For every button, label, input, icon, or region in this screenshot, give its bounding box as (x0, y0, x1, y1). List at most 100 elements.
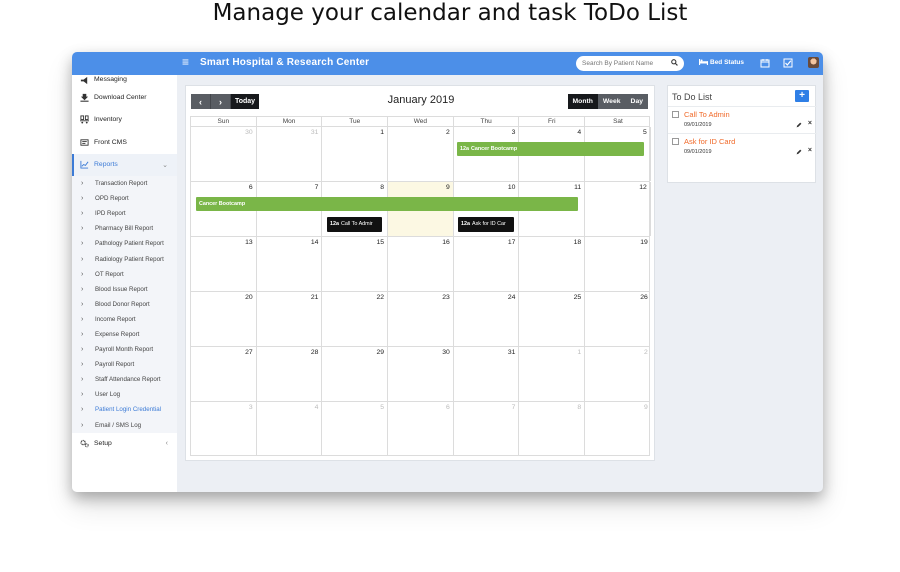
sidebar-item-label: Reports (94, 161, 118, 169)
patient-search-input[interactable] (582, 58, 666, 69)
calendar-day[interactable]: 23 (388, 292, 454, 346)
event-cancer-bootcamp[interactable]: 12a Cancer Bootcamp (457, 142, 644, 156)
view-week-button[interactable]: Week (597, 94, 626, 109)
calendar-day[interactable]: 18 (519, 237, 586, 291)
day-number: 2 (644, 349, 648, 356)
pencil-icon[interactable] (796, 149, 802, 155)
day-number: 26 (640, 294, 648, 301)
calendar-day[interactable]: 12 (585, 182, 651, 236)
submenu-item[interactable]: › Staff Attendance Report (72, 372, 177, 387)
todo-checkbox[interactable] (672, 111, 679, 118)
submenu-item[interactable]: › User Log (72, 387, 177, 402)
sidebar-item-front-cms[interactable]: Front CMS (72, 131, 177, 154)
user-avatar[interactable] (808, 57, 819, 68)
submenu-item-active[interactable]: › Patient Login Credential (72, 402, 177, 417)
calendar-day[interactable]: 17 (454, 237, 520, 291)
task-check-icon[interactable] (783, 58, 793, 68)
submenu-item[interactable]: › Payroll Report (72, 357, 177, 372)
submenu-item[interactable]: › Blood Issue Report (72, 282, 177, 297)
calendar-day[interactable]: 15 (322, 237, 389, 291)
event-ask-for-id-card[interactable]: 12a Ask for ID Car (458, 217, 514, 232)
calendar-day[interactable]: 1 (322, 127, 389, 181)
calendar-day[interactable]: 14 (257, 237, 323, 291)
calendar-day[interactable]: 26 (585, 292, 651, 346)
next-month-button[interactable]: › (211, 94, 231, 109)
calendar-day[interactable]: 21 (257, 292, 323, 346)
close-icon[interactable]: × (808, 120, 812, 127)
event-cancer-bootcamp[interactable]: Cancer Bootcamp (196, 197, 578, 211)
submenu-item[interactable]: › Radiology Patient Report (72, 251, 177, 266)
day-number: 14 (310, 239, 319, 246)
chevron-right-icon: › (81, 285, 84, 293)
submenu-item[interactable]: › Expense Report (72, 327, 177, 342)
calendar-day[interactable]: 8 (519, 402, 586, 455)
todo-checkbox[interactable] (672, 138, 679, 145)
sidebar-item-setup[interactable]: Setup ‹ (72, 433, 177, 455)
bed-icon (699, 59, 708, 65)
calendar-day[interactable]: 16 (388, 237, 454, 291)
calendar-day[interactable]: 13 (191, 237, 257, 291)
todo-item: Ask for ID Card 09/01/2019 × (668, 133, 817, 159)
todo-text[interactable]: Ask for ID Card (684, 137, 735, 146)
day-number: 3 (248, 404, 253, 411)
view-month-button[interactable]: Month (567, 94, 598, 109)
submenu-item[interactable]: › OPD Report (72, 191, 177, 206)
calendar-day[interactable]: 7 (454, 402, 520, 455)
submenu-item[interactable]: › Transaction Report (72, 176, 177, 191)
calendar-day[interactable]: 3 (191, 402, 257, 455)
chevron-right-icon: › (81, 300, 84, 308)
calendar-day[interactable]: 29 (322, 347, 389, 401)
submenu-item[interactable]: › Pathology Patient Report (72, 236, 177, 251)
pencil-icon[interactable] (796, 122, 802, 128)
sidebar-item-inventory[interactable]: Inventory (72, 109, 177, 132)
calendar-day[interactable]: 6 (388, 402, 454, 455)
calendar-day[interactable]: 30 (388, 347, 454, 401)
submenu-item[interactable]: › Pharmacy Bill Report (72, 221, 177, 236)
submenu-item[interactable]: › Payroll Month Report (72, 342, 177, 357)
bed-status-link[interactable]: Bed Status (699, 59, 744, 66)
calendar-day[interactable]: 31 (257, 127, 323, 181)
chevron-right-icon: › (81, 330, 84, 338)
chevron-down-icon: ⌄ (162, 161, 168, 169)
calendar-day[interactable]: 2 (388, 127, 454, 181)
day-number: 1 (577, 349, 582, 356)
today-button[interactable]: Today (231, 94, 259, 109)
submenu-item[interactable]: › Blood Donor Report (72, 297, 177, 312)
submenu-item[interactable]: › Income Report (72, 312, 177, 327)
menu-toggle-icon[interactable]: ≡ (182, 55, 189, 69)
view-day-button[interactable]: Day (625, 94, 648, 109)
submenu-item[interactable]: › IPD Report (72, 206, 177, 221)
calendar-day[interactable]: 4 (257, 402, 323, 455)
calendar-day[interactable]: 31 (454, 347, 520, 401)
calendar-day[interactable]: 5 (322, 402, 389, 455)
close-icon[interactable]: × (808, 147, 812, 154)
calendar-day[interactable]: 25 (519, 292, 586, 346)
submenu-item-label: Pharmacy Bill Report (95, 225, 154, 233)
calendar-day[interactable]: 1 (519, 347, 586, 401)
event-call-to-admin[interactable]: 12a Call To Admir (327, 217, 382, 232)
calendar-day[interactable]: 20 (191, 292, 257, 346)
calendar-day[interactable]: 27 (191, 347, 257, 401)
calendar-day[interactable]: 24 (454, 292, 520, 346)
calendar-week: 3 4 5 6 7 8 9 (190, 401, 650, 456)
calendar-day[interactable]: 19 (585, 237, 651, 291)
day-number: 13 (245, 239, 253, 246)
submenu-item[interactable]: › Email / SMS Log (72, 418, 177, 433)
calendar-day[interactable]: 30 (191, 127, 257, 181)
search-icon[interactable] (671, 59, 678, 66)
sidebar-item-download-center[interactable]: Download Center (72, 86, 177, 109)
day-number: 31 (507, 349, 516, 356)
sidebar-item-reports[interactable]: Reports ⌄ (72, 153, 177, 176)
calendar-day[interactable]: 28 (257, 347, 323, 401)
calendar-icon[interactable] (760, 58, 770, 68)
todo-text[interactable]: Call To Admin (684, 110, 730, 119)
calendar-day[interactable]: 9 (585, 402, 651, 455)
prev-month-button[interactable]: ‹ (191, 94, 211, 109)
calendar-week: 30 31 1 2 3 4 5 12a Cancer Bootcamp (190, 126, 651, 181)
sidebar-item-messaging[interactable]: Messaging (72, 75, 177, 86)
weekday-label: Tue (322, 117, 389, 126)
calendar-day[interactable]: 2 (585, 347, 651, 401)
submenu-item[interactable]: › OT Report (72, 267, 177, 282)
add-todo-button[interactable]: + (795, 90, 809, 102)
calendar-day[interactable]: 22 (322, 292, 389, 346)
